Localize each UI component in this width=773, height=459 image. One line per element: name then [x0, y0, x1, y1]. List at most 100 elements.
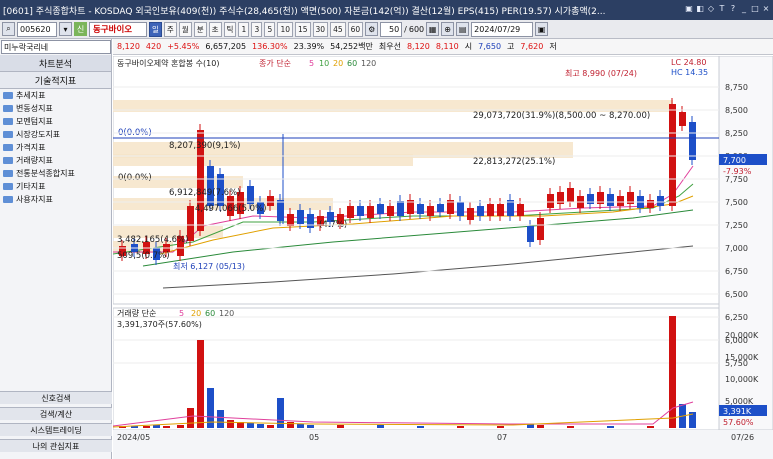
sidebar-header[interactable]: 차트분석 — [0, 55, 111, 72]
sidebar-section[interactable]: 기술적지표 — [0, 72, 111, 89]
sidebar-item[interactable]: 추세지표 — [0, 89, 111, 102]
sidebar-item[interactable]: 가격지표 — [0, 141, 111, 154]
help-icon[interactable]: ? — [728, 4, 738, 16]
period-minute-button[interactable]: 분 — [193, 21, 207, 37]
window-controls: ▣ ◧ ◇ T ? _ □ × — [684, 4, 773, 16]
num-3-button[interactable]: 3 — [251, 21, 263, 37]
maximize-icon[interactable]: □ — [750, 4, 760, 16]
num-15-button[interactable]: 15 — [294, 21, 311, 37]
vol-legend-120: 120 — [219, 309, 234, 318]
ma-legend-120: 120 — [361, 59, 376, 68]
search-calc-button[interactable]: 검색/계산 — [0, 407, 112, 420]
band-label-4: 6,912,849(7.6%) — [169, 188, 241, 198]
band-label-6: 3,482,165(4.6%) — [117, 235, 189, 245]
volume-pct-text: 57.60% — [723, 418, 754, 427]
candle-body — [607, 194, 614, 206]
folder-icon — [3, 157, 13, 164]
turnover: 23.39% — [293, 42, 325, 51]
candle-body — [567, 188, 574, 202]
sidebar-item[interactable]: 시장강도지표 — [0, 128, 111, 141]
num-10-button[interactable]: 10 — [277, 21, 293, 37]
hc-label: HC 14.35 — [671, 68, 708, 77]
indicator-search-input[interactable]: 미누락국리네 — [1, 40, 111, 54]
lock-icon[interactable]: ◧ — [695, 4, 705, 16]
x-axis-pane — [113, 430, 773, 459]
current-price: 8,120 — [117, 42, 140, 51]
font-icon[interactable]: T — [717, 4, 727, 16]
signal-search-button[interactable]: 신호검색 — [0, 391, 112, 404]
sidebar-item[interactable]: 사용자지표 — [0, 193, 111, 206]
sidebar-item[interactable]: 모멘텀지표 — [0, 115, 111, 128]
volume-bar — [177, 425, 184, 428]
candle-body — [267, 196, 274, 206]
volume-bar — [163, 426, 170, 428]
stock-name-field[interactable]: 동구바이오 — [89, 21, 147, 37]
count-input[interactable]: 50 — [380, 21, 403, 37]
ma-legend-10: 10 — [319, 59, 329, 68]
sidebar-item[interactable]: 전통분석종합지표 — [0, 167, 111, 180]
candle-body — [689, 122, 696, 160]
volume-bar — [143, 426, 150, 428]
volume-value-text: 3,391,370주(57.60%) — [117, 320, 202, 329]
price-axis-label: 8,250 — [725, 129, 748, 138]
date-input[interactable]: 2024/07/29 — [471, 21, 534, 37]
open-label: 시 — [464, 42, 473, 51]
volume-bar — [377, 425, 384, 428]
search-icon[interactable]: ⌕ — [2, 22, 15, 36]
high-annotation: 최고 8,990 (07/24) — [565, 68, 637, 78]
num-60-button[interactable]: 60 — [347, 21, 364, 37]
num-1-button[interactable]: 1 — [238, 21, 250, 37]
candle-body — [487, 204, 494, 216]
screen-icon[interactable]: ▣ — [684, 4, 694, 16]
period-week-button[interactable]: 주 — [163, 21, 177, 37]
candle-body — [437, 204, 444, 212]
folder-icon — [3, 92, 13, 99]
close-icon[interactable]: × — [761, 4, 771, 16]
save-icon[interactable]: ▤ — [456, 22, 470, 36]
dropdown-icon[interactable]: ▾ — [59, 22, 72, 36]
candle-body — [377, 204, 384, 214]
minimize-icon[interactable]: _ — [739, 4, 749, 16]
volume-bar — [257, 424, 264, 428]
candle-body — [657, 196, 664, 206]
calendar-icon[interactable]: ▣ — [535, 22, 549, 36]
volume-bar — [297, 424, 304, 428]
volume-bar — [607, 426, 614, 428]
my-indicator-button[interactable]: 나의 관심지표 — [0, 439, 112, 452]
folder-icon — [3, 131, 13, 138]
period-tick-button[interactable]: 틱 — [223, 21, 237, 37]
period-month-button[interactable]: 월 — [178, 21, 192, 37]
period-second-button[interactable]: 초 — [208, 21, 222, 37]
candle-body — [669, 104, 676, 206]
ma-legend-60: 60 — [347, 59, 357, 68]
folder-icon — [3, 118, 13, 125]
sidebar-item[interactable]: 기타지표 — [0, 180, 111, 193]
grid-icon[interactable]: ▦ — [426, 22, 440, 36]
candle-body — [547, 194, 554, 208]
settings-icon[interactable]: ⚙ — [365, 22, 379, 36]
candle-body — [297, 210, 304, 224]
num-30-button[interactable]: 30 — [312, 21, 329, 37]
stock-chart[interactable]: 동구바이오제약 혼합봉 수(10) 종가 단순 5 10 20 60 120 L… — [112, 55, 773, 459]
ma-legend-5: 5 — [309, 59, 314, 68]
system-trading-button[interactable]: 시스템트레이딩 — [0, 423, 112, 436]
sidebar-item[interactable]: 변동성지표 — [0, 102, 111, 115]
volume-bar — [287, 422, 294, 428]
period-day-button[interactable]: 일 — [149, 21, 162, 37]
num-45-button[interactable]: 45 — [330, 21, 346, 37]
open-price: 7,650 — [478, 42, 502, 51]
bid-price: 8,110 — [435, 42, 459, 51]
chart-area[interactable]: 동구바이오제약 혼합봉 수(10) 종가 단순 5 10 20 60 120 L… — [112, 55, 773, 459]
zoom-icon[interactable]: ⊕ — [441, 22, 455, 36]
count-separator: / — [404, 24, 407, 34]
stock-code-input[interactable]: 005620 — [17, 21, 57, 37]
folder-icon — [3, 144, 13, 151]
link-icon[interactable]: ◇ — [706, 4, 716, 16]
price-axis-label: 8,500 — [725, 106, 748, 115]
candle-body — [307, 214, 314, 228]
ma-legend-20: 20 — [333, 59, 343, 68]
sidebar-item[interactable]: 거래량지표 — [0, 154, 111, 167]
band-pct-1: 0(0.0%) — [118, 173, 152, 183]
num-5-button[interactable]: 5 — [264, 21, 276, 37]
x-end-date: 07/26 — [731, 433, 754, 442]
